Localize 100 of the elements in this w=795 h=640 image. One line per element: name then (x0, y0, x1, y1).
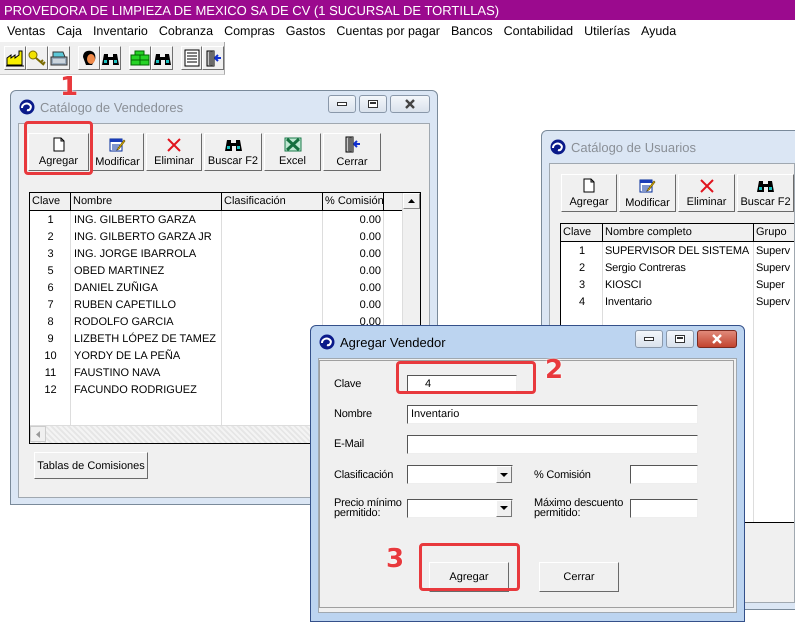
column-header[interactable]: Clasificación (222, 193, 323, 210)
maximize-button[interactable] (359, 95, 387, 113)
menu-item[interactable]: Ayuda (640, 24, 676, 38)
field-label: Clave (334, 379, 362, 389)
table-cell-text: 0.00 (358, 214, 382, 226)
maximize-icon (368, 100, 378, 108)
column-header[interactable]: Grupo (754, 224, 794, 241)
table-cell-text: 8 (46, 316, 55, 328)
toolbar-button[interactable] (78, 46, 100, 70)
menu-item[interactable]: Compras (224, 24, 275, 38)
toolbar-button[interactable]: Agregar (561, 174, 618, 212)
column-header[interactable]: Clave (30, 193, 71, 210)
menu-item[interactable]: Cobranza (158, 24, 214, 38)
dialog-button[interactable]: Agregar (429, 562, 509, 592)
field-label: Máximo descuento permitido: (534, 498, 624, 518)
toolbar-button[interactable]: Buscar F2 (737, 174, 794, 212)
minimize-button[interactable] (328, 95, 356, 113)
table-cell-text: LIZBETH LÓPEZ DE TAMEZ (73, 332, 218, 344)
toolbar-button[interactable]: Agregar (28, 133, 89, 171)
left-arrow-icon (36, 430, 40, 438)
minimize-icon (337, 102, 347, 106)
column-header[interactable]: Nombre completo (603, 224, 754, 241)
input-field[interactable] (630, 498, 698, 518)
menu-item[interactable]: Caja (56, 24, 82, 38)
toolbar-button[interactable] (129, 46, 152, 70)
toolbar-button[interactable]: Modificar (619, 174, 676, 212)
close-button[interactable] (390, 95, 430, 113)
factory-icon (5, 49, 25, 67)
field-label: Nombre (334, 409, 373, 419)
close-button[interactable] (697, 330, 737, 348)
app-logo-icon (319, 334, 335, 350)
toolbar-button[interactable]: Eliminar (678, 174, 736, 212)
document-list-icon (182, 49, 201, 67)
dropdown-arrow-icon (500, 472, 508, 476)
table-cell-text: Superv (755, 296, 791, 308)
table-cell-text: ING. GILBERTO GARZA JR (73, 230, 213, 242)
dialog-button[interactable]: Cerrar (539, 562, 619, 592)
maximize-button[interactable] (666, 330, 694, 348)
menu-item[interactable]: Inventario (92, 24, 148, 38)
page-icon (52, 137, 64, 152)
menu-item[interactable]: Bancos (450, 24, 493, 38)
table-cell-text: FACUNDO RODRIGUEZ (73, 384, 198, 396)
menu-item[interactable]: Gastos (286, 24, 326, 38)
toolbar-button[interactable] (180, 46, 202, 70)
table-cell-text: 2 (46, 230, 55, 242)
highlight-frame (24, 121, 93, 175)
exit-door-icon (204, 50, 222, 66)
cross-icon (700, 178, 714, 192)
table-cell-text: 3 (578, 278, 586, 290)
toolbar-button[interactable]: Buscar F2 (204, 133, 262, 171)
column-header[interactable]: Clave (561, 224, 603, 241)
dropdown-field[interactable] (407, 465, 513, 484)
cross-icon (167, 138, 181, 152)
window-title: Agregar Vendedor (340, 334, 446, 350)
input-field[interactable] (630, 465, 698, 484)
step-number: 2 (545, 357, 564, 383)
table-cell-text: 4 (578, 296, 586, 308)
table-cell-text: 2 (578, 262, 586, 274)
toolbar-button[interactable] (100, 46, 122, 70)
menu-item[interactable]: Utilerías (584, 24, 630, 38)
table-cell-text: 11 (44, 366, 58, 378)
close-icon (711, 334, 723, 344)
minimize-button[interactable] (635, 330, 663, 348)
column-header[interactable]: Nombre (71, 193, 222, 210)
toolbar-button[interactable] (151, 46, 173, 70)
field-label: Clasificación (334, 470, 394, 480)
table-cell-text: 6 (46, 282, 55, 294)
toolbar-button[interactable]: Cerrar (323, 133, 381, 171)
toolbar-button[interactable] (4, 46, 26, 70)
input-field[interactable] (407, 434, 698, 454)
excel-x-icon (284, 137, 302, 152)
toolbar-button[interactable]: Modificar (91, 133, 144, 171)
notepad-pencil-icon (638, 178, 657, 194)
machine-icon (49, 49, 69, 67)
dropdown-arrow-icon (500, 506, 508, 510)
table-cell-text: FAUSTINO NAVA (73, 366, 162, 378)
table-cell-text: YORDY DE LA PEÑA (73, 350, 182, 362)
input-field[interactable]: Inventario (407, 404, 698, 424)
toolbar-button[interactable] (202, 46, 224, 70)
toolbar-button[interactable] (48, 46, 70, 70)
menu-item[interactable]: Ventas (7, 24, 46, 38)
step-number: 3 (386, 546, 404, 572)
table-cell-text: 1 (578, 244, 586, 256)
table-cell-text: 12 (43, 384, 58, 396)
menu-item[interactable]: Contabilidad (504, 24, 574, 38)
table-cell-text: 0.00 (358, 264, 382, 276)
column-header[interactable]: % Comisión (323, 193, 384, 210)
dropdown-field[interactable] (407, 498, 513, 518)
table-cell-text: ING. JORGE IBARROLA (73, 248, 198, 260)
toolbar-button[interactable]: Excel (264, 133, 321, 171)
table-cell-text: RUBEN CAPETILLO (73, 298, 178, 310)
binoculars-icon (224, 137, 242, 152)
tablas-button[interactable]: Tablas de Comisiones (34, 452, 148, 479)
exit-door-icon (344, 136, 360, 153)
toolbar-button[interactable]: Eliminar (146, 133, 202, 171)
up-arrow-icon (408, 199, 415, 203)
menu-item[interactable]: Cuentas por pagar (336, 24, 440, 38)
minimize-icon (644, 337, 654, 341)
table-cell-text: SUPERVISOR DEL SISTEMA (604, 244, 750, 256)
table-cell-text: 1 (46, 214, 55, 226)
